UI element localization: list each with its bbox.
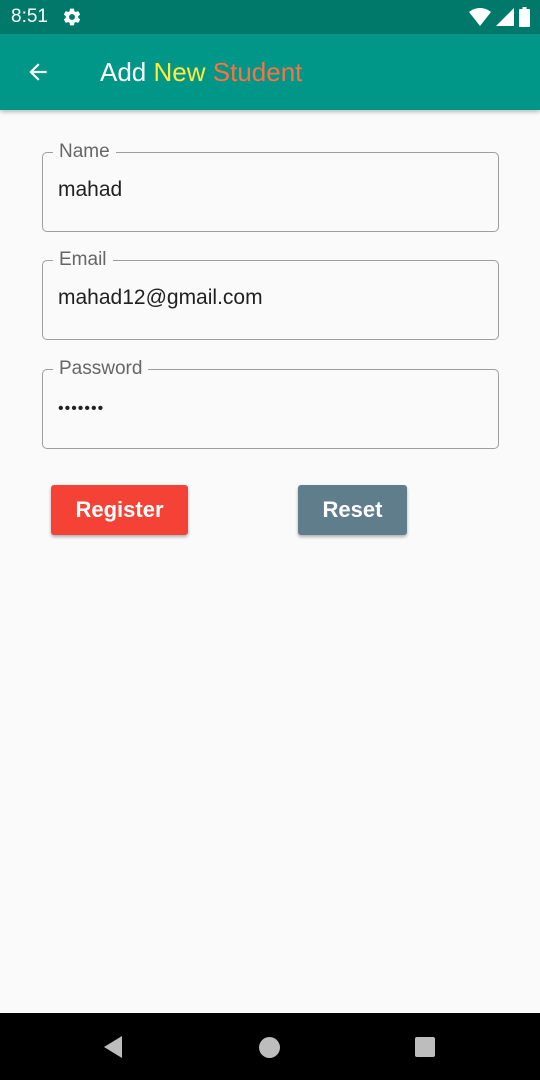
nav-back-icon[interactable] bbox=[102, 1035, 124, 1059]
status-bar: 8:51 bbox=[0, 0, 540, 34]
app-bar: Add New Student bbox=[0, 34, 540, 110]
wifi-icon bbox=[469, 8, 491, 26]
cell-signal-icon bbox=[496, 8, 514, 26]
status-time: 8:51 bbox=[11, 6, 48, 27]
title-word-student: Student bbox=[212, 57, 303, 87]
system-nav-bar bbox=[0, 1013, 540, 1080]
password-field[interactable]: Password ••••••• bbox=[42, 358, 499, 449]
title-word-new: New bbox=[153, 57, 206, 87]
reset-button[interactable]: Reset bbox=[298, 485, 407, 535]
title-word-add: Add bbox=[100, 57, 147, 87]
email-field[interactable]: Email mahad12@gmail.com bbox=[42, 249, 499, 340]
name-field-value[interactable]: mahad bbox=[58, 177, 122, 203]
password-field-value[interactable]: ••••••• bbox=[58, 396, 104, 422]
email-field-label: Email bbox=[53, 249, 113, 271]
register-button[interactable]: Register bbox=[51, 485, 188, 535]
page-title: Add New Student bbox=[100, 57, 302, 87]
nav-recents-icon[interactable] bbox=[415, 1037, 435, 1057]
back-button[interactable] bbox=[14, 48, 62, 96]
battery-icon bbox=[519, 7, 530, 27]
name-field-label: Name bbox=[53, 141, 116, 163]
nav-home-icon[interactable] bbox=[259, 1037, 280, 1058]
password-field-label: Password bbox=[53, 358, 149, 380]
gear-icon bbox=[63, 8, 81, 26]
arrow-left-icon bbox=[29, 63, 47, 81]
email-field-value[interactable]: mahad12@gmail.com bbox=[58, 285, 263, 311]
name-field[interactable]: Name mahad bbox=[42, 141, 499, 232]
